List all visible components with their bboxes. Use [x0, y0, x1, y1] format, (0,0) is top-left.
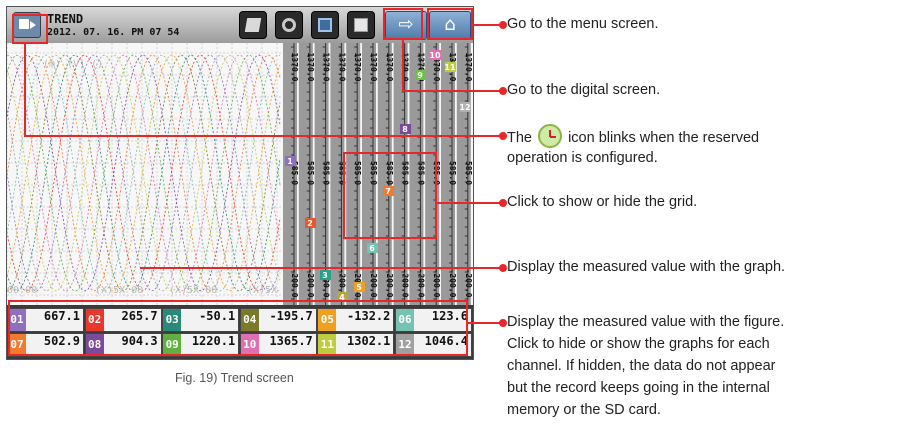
scale-label: -200.0	[385, 269, 394, 298]
scale-label: 1370.0	[306, 53, 315, 82]
scale-label: -200.0	[369, 269, 378, 298]
channel-marker-label: 11	[444, 63, 456, 72]
scale-label: 1370.0	[464, 53, 473, 82]
screen-title: TREND	[47, 12, 84, 26]
scale-label: -200.0	[448, 269, 457, 298]
save-icon	[354, 18, 368, 32]
channel-marker-label: 12	[459, 103, 470, 112]
reserve-caption-after: icon blinks when the reserved	[568, 130, 760, 146]
digital-leader-dot	[499, 87, 507, 95]
clock-icon	[538, 124, 563, 148]
graph-overlay-text: (X)5X	[247, 285, 277, 296]
scale-label: 585.0	[322, 161, 331, 185]
scale-label: -200.0	[290, 269, 299, 298]
figure-caption-5: memory or the SD card.	[507, 402, 661, 418]
graph-overlay-text: (X)5X 00	[95, 285, 143, 296]
grid-leader-dot	[499, 199, 507, 207]
scale-label: -200.0	[401, 269, 410, 298]
figure-caption-2: Click to hide or show the graphs for eac…	[507, 336, 770, 352]
reserve-caption-before: The	[507, 130, 532, 146]
channel-marker-label: 6	[369, 244, 375, 253]
graph-leader-dot	[499, 264, 507, 272]
digital-leader-line	[402, 90, 502, 92]
figure-caption-4: but the record keeps going in the intern…	[507, 380, 770, 396]
reserve-indicator-highlight	[12, 14, 48, 44]
grid-area-highlight	[343, 152, 437, 239]
reserve-leader-vertical	[24, 44, 26, 136]
reserve-button[interactable]	[275, 11, 303, 39]
reserve-caption: The icon blinks when the reserved	[507, 124, 759, 149]
figure-caption-1: Display the measured value with the figu…	[507, 314, 785, 330]
graph-overlay-text: 00:00	[7, 285, 37, 296]
window-button[interactable]	[311, 11, 339, 39]
figure-title: Fig. 19) Trend screen	[175, 371, 294, 385]
reserve-leader-line	[24, 135, 502, 137]
scale-label: 585.0	[306, 161, 315, 185]
scale-label: 1370.0	[322, 53, 331, 82]
grid-caption: Click to show or hide the grid.	[507, 194, 698, 210]
scale-label: -200.0	[416, 269, 425, 298]
edit-icon	[244, 18, 262, 32]
scale-label: -200.0	[432, 269, 441, 298]
figure-leader-dot	[499, 319, 507, 327]
channel-marker-label: 2	[307, 219, 313, 228]
figure-caption-3: channel. If hidden, the data do not appe…	[507, 358, 776, 374]
digital-leader-vertical	[402, 40, 404, 92]
menu-leader-dot	[499, 21, 507, 29]
reserve-leader-dot	[499, 132, 507, 140]
graph-caption: Display the measured value with the grap…	[507, 259, 786, 275]
reserve-icon	[282, 18, 296, 32]
scale-label: -200.0	[464, 269, 473, 298]
channel-marker-label: 9	[417, 71, 423, 80]
digital-caption: Go to the digital screen.	[507, 82, 661, 98]
menu-caption: Go to the menu screen.	[507, 16, 659, 32]
graph-leader-line	[140, 267, 502, 269]
digital-button-highlight	[383, 8, 423, 40]
grid-leader-line	[437, 202, 502, 204]
trend-trace-7	[7, 54, 281, 292]
scale-label: 1370.0	[369, 53, 378, 82]
channel-marker-label: 8	[402, 125, 408, 134]
scale-label: 1370.0	[385, 53, 394, 82]
screen-datetime: 2012. 07. 16. PM 07 54	[47, 27, 180, 38]
channel-marker-label: 1	[287, 157, 293, 166]
menu-button-highlight	[427, 8, 473, 40]
graph-overlay-text: (X)5X 00	[169, 285, 217, 296]
scale-label: 585.0	[448, 161, 457, 185]
scale-label: -200.0	[306, 269, 315, 298]
window-icon	[318, 18, 332, 32]
figure-leader-line	[468, 322, 502, 324]
channel-marker-label: 10	[429, 51, 441, 60]
graph-overlay-text: (m) (V) ()	[43, 59, 103, 70]
reserve-caption-line2: operation is configured.	[507, 150, 658, 166]
edit-button[interactable]	[239, 11, 267, 39]
channel-marker-label: 3	[322, 271, 328, 280]
scale-label: 1370.0	[337, 53, 346, 82]
channel-marker-label: 5	[356, 283, 362, 292]
scale-label: 1370.0	[353, 53, 362, 82]
save-button[interactable]	[347, 11, 375, 39]
value-table-highlight	[8, 300, 468, 356]
scale-label: 1370.0	[290, 53, 299, 82]
scale-label: 585.0	[464, 161, 473, 185]
